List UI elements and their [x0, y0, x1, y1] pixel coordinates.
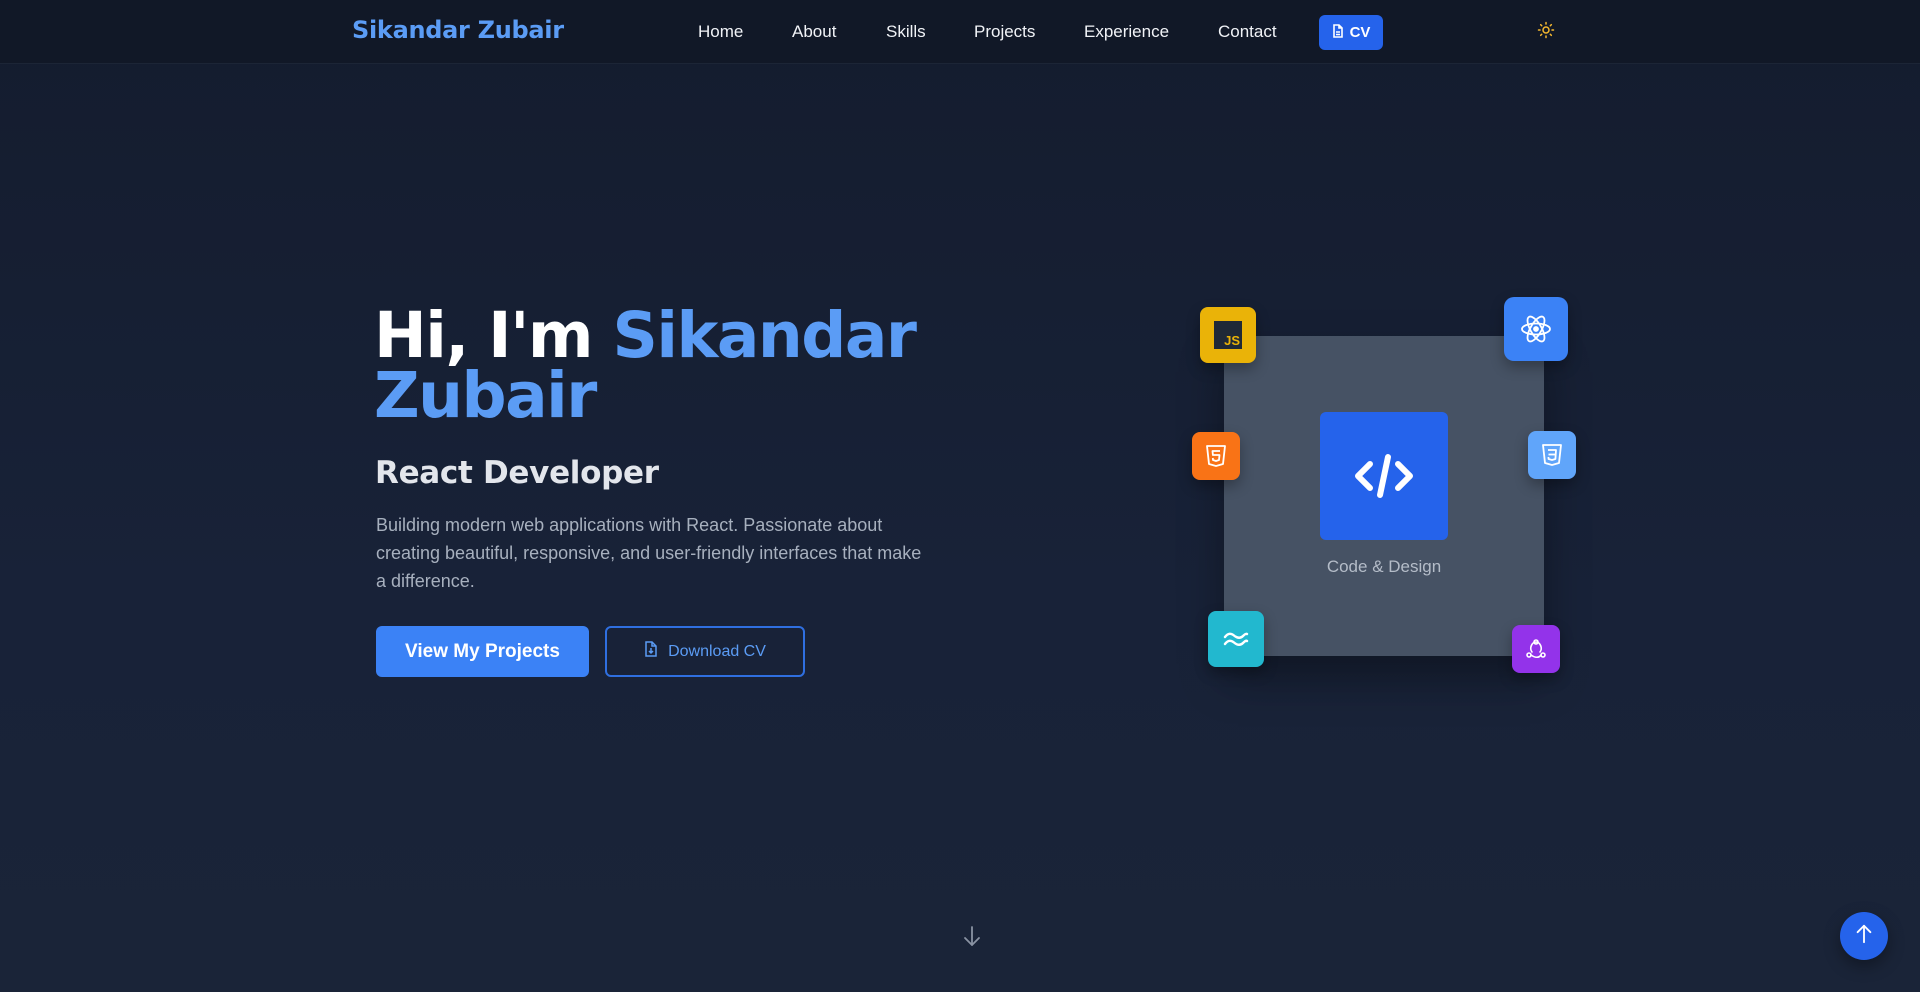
- back-to-top-button[interactable]: [1840, 912, 1888, 960]
- css3-icon: [1528, 431, 1576, 479]
- file-download-icon: [644, 641, 658, 662]
- javascript-icon: JS: [1200, 307, 1256, 363]
- cv-button-label: CV: [1349, 24, 1371, 41]
- javascript-icon-label: JS: [1224, 333, 1240, 348]
- navbar: Sikandar Zubair Home About Skills Projec…: [0, 0, 1920, 64]
- nav-link-projects[interactable]: Projects: [974, 22, 1035, 42]
- hero-title: Hi, I'm Sikandar Zubair: [374, 304, 934, 427]
- arrow-down-icon[interactable]: [960, 924, 984, 948]
- nav-link-skills[interactable]: Skills: [886, 22, 926, 42]
- nav-link-experience[interactable]: Experience: [1084, 22, 1169, 42]
- download-cv-label: Download CV: [668, 642, 766, 660]
- file-icon: [1332, 23, 1344, 42]
- card-caption: Code & Design: [1326, 557, 1442, 576]
- nav-link-home[interactable]: Home: [698, 22, 743, 42]
- hero-description: Building modern web applications with Re…: [376, 515, 922, 591]
- code-icon: [1320, 412, 1448, 540]
- view-projects-button[interactable]: View My Projects: [376, 626, 589, 677]
- cv-button[interactable]: CV: [1319, 15, 1383, 50]
- nav-link-contact[interactable]: Contact: [1218, 22, 1277, 42]
- download-cv-button[interactable]: Download CV: [605, 626, 805, 677]
- hero-role: React Developer: [375, 455, 659, 491]
- tailwind-icon: [1208, 611, 1264, 667]
- theme-toggle-button[interactable]: [1534, 20, 1558, 44]
- arrow-up-icon: [1853, 923, 1875, 950]
- react-icon: [1504, 297, 1568, 361]
- sun-icon: [1537, 21, 1555, 44]
- html5-icon: [1192, 432, 1240, 480]
- brand-logo[interactable]: Sikandar Zubair: [352, 16, 564, 44]
- nav-link-about[interactable]: About: [792, 22, 836, 42]
- redux-icon: [1512, 625, 1560, 673]
